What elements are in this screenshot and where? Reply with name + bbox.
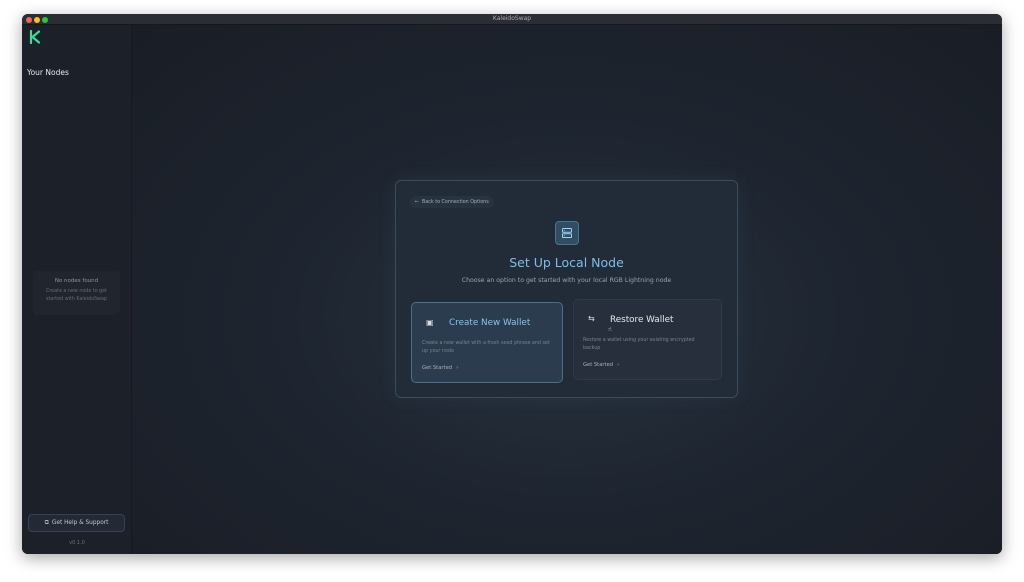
- page-subtitle: Choose an option to get started with you…: [461, 277, 672, 284]
- create-wallet-description: Create a new wallet with a fresh seed ph…: [422, 341, 550, 354]
- restore-wallet-description: Restore a wallet using your existing enc…: [583, 338, 695, 351]
- back-to-connection-options-link[interactable]: ← Back to Connection Options: [410, 196, 494, 208]
- mouse-cursor-icon: ☝: [608, 326, 612, 333]
- no-nodes-title: No nodes found: [54, 278, 99, 284]
- window-title: KaleidoSwap: [492, 15, 532, 22]
- title-bar: KaleidoSwap: [22, 14, 1002, 25]
- page-title: Set Up Local Node: [509, 255, 624, 270]
- get-started-label: Get Started: [422, 365, 453, 371]
- no-nodes-panel: No nodes found Create a new node to get …: [33, 271, 120, 315]
- swap-arrows-icon: ⇆: [588, 314, 595, 323]
- restore-wallet-option[interactable]: ⇆ Restore Wallet ☝ Restore a wallet usin…: [573, 299, 722, 380]
- help-support-label: Get Help & Support: [51, 520, 109, 526]
- server-icon: [555, 221, 579, 245]
- create-wallet-get-started-link[interactable]: Get Started ›: [422, 365, 458, 371]
- create-wallet-title: Create New Wallet: [449, 318, 531, 328]
- create-new-wallet-option[interactable]: ▣ Create New Wallet Create a new wallet …: [411, 302, 563, 383]
- no-nodes-description: Create a new node to get started with Ka…: [45, 289, 108, 302]
- help-support-button[interactable]: ⧉ Get Help & Support: [28, 514, 125, 532]
- app-version: v0.1.0: [69, 540, 85, 546]
- chevron-right-icon: ›: [617, 362, 620, 368]
- main-content: ← Back to Connection Options Set Up Loca…: [132, 25, 1002, 554]
- sidebar-title: Your Nodes: [27, 68, 69, 77]
- setup-local-node-card: ← Back to Connection Options Set Up Loca…: [395, 180, 738, 398]
- restore-wallet-title: Restore Wallet: [610, 315, 674, 325]
- sidebar: Your Nodes No nodes found Create a new n…: [22, 25, 132, 554]
- app-window: KaleidoSwap Your Nodes No nodes found Cr…: [22, 14, 1002, 554]
- arrow-left-icon: ←: [415, 199, 420, 205]
- help-icon: ⧉: [44, 519, 49, 526]
- back-link-label: Back to Connection Options: [422, 199, 489, 205]
- get-started-label: Get Started: [583, 362, 614, 368]
- restore-wallet-get-started-link[interactable]: Get Started ›: [583, 362, 619, 368]
- wallet-icon: ▣: [426, 318, 434, 327]
- chevron-right-icon: ›: [456, 365, 459, 371]
- kaleidoswap-logo-icon: [29, 30, 41, 44]
